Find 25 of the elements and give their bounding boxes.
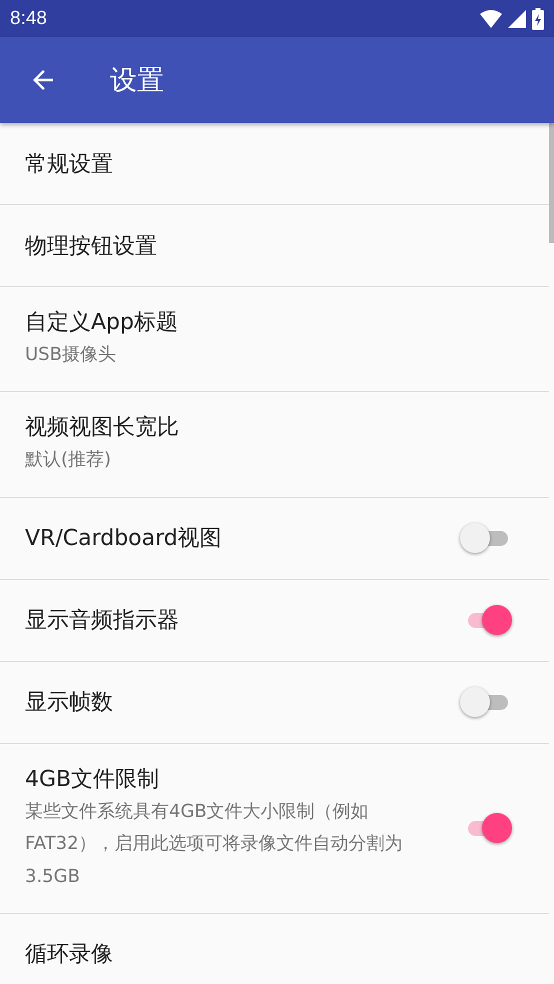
setting-title: 物理按钮设置: [25, 232, 158, 260]
settings-item[interactable]: VR/Cardboard视图: [0, 498, 549, 580]
settings-item[interactable]: 4GB文件限制 某些文件系统具有4GB文件大小限制（例如FAT32），启用此选项可将录像文件自动分割为3.5GB: [0, 744, 549, 914]
setting-title: 自定义App标题: [25, 309, 179, 337]
settings-item[interactable]: 自定义App标题 USB摄像头: [0, 287, 549, 392]
battery-icon: [532, 8, 544, 30]
wifi-icon: [480, 10, 502, 28]
settings-item[interactable]: 视频视图长宽比 默认(推荐): [0, 392, 549, 498]
settings-item[interactable]: 显示音频指示器: [0, 580, 549, 662]
settings-item[interactable]: 显示帧数: [0, 662, 549, 744]
setting-summary: USB摄像头: [25, 343, 117, 367]
settings-item[interactable]: 物理按钮设置: [0, 205, 549, 287]
setting-summary: 某些文件系统具有4GB文件大小限制（例如FAT32），启用此选项可将录像文件自动分割为3.5GB: [25, 800, 404, 889]
settings-item[interactable]: 循环录像: [0, 914, 549, 984]
app-bar-title: 设置: [110, 64, 164, 98]
setting-title: 视频视图长宽比: [25, 414, 180, 442]
setting-title: VR/Cardboard视图: [25, 525, 223, 554]
status-time: 8:48: [10, 8, 47, 30]
setting-title: 循环录像: [25, 941, 114, 970]
setting-title: 显示帧数: [25, 689, 114, 718]
setting-title: 显示音频指示器: [25, 607, 180, 636]
setting-summary: 默认(推荐): [25, 448, 112, 472]
setting-title: 常规设置: [25, 150, 114, 178]
signal-icon: [508, 10, 526, 28]
setting-title: 4GB文件限制: [25, 766, 160, 794]
